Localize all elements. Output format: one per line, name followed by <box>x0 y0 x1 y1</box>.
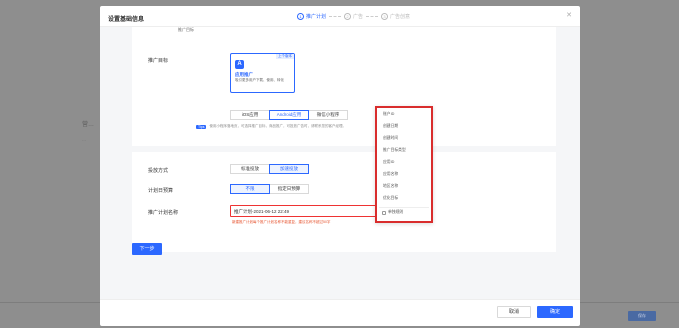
budget-specified-button[interactable]: 指定日预算 <box>269 184 309 194</box>
background-save-button: 保存 <box>628 311 656 321</box>
dropdown-item[interactable]: 账户ID <box>383 112 394 117</box>
plan-name-error: 新建推广计划每个推广计划名称不能重复，建议名称不超过50字 <box>232 220 331 224</box>
step-3: 3 广告创意 <box>381 13 410 20</box>
cancel-button[interactable]: 取消 <box>497 306 531 318</box>
step-1-number: 1 <box>297 13 304 20</box>
modal-body[interactable]: 推广目标 推广目标 上个版本 A 应用推广 吸引更多用户下载、使用、转化 iOS… <box>100 27 580 299</box>
macro-dropdown: 账户ID 创建日期 创建时间 推广目标类型 应用ID 应用名称 地区名称 优化目… <box>375 106 433 223</box>
goal-card-app-promotion[interactable]: 上个版本 A 应用推广 吸引更多用户下载、使用、转化 <box>230 53 295 93</box>
step-2-label: 广告 <box>353 14 364 20</box>
close-icon[interactable]: ✕ <box>566 11 572 19</box>
tips-text: 使用小程序落地页，可选择推广目标，商品推广，可投放广告时，请联系您的客户经理。 <box>209 124 346 128</box>
footer-divider <box>100 299 580 300</box>
step-2-number: 2 <box>344 13 352 20</box>
dropdown-item[interactable]: 创建时间 <box>383 136 398 141</box>
dropdown-checkbox-label: 单独规则 <box>388 210 404 214</box>
step-3-number: 3 <box>381 13 389 20</box>
goal-card-desc: 吸引更多用户下载、使用、转化 <box>235 78 284 82</box>
app-store-icon: A <box>235 60 244 69</box>
dropdown-item[interactable]: 应用名称 <box>383 172 398 177</box>
delivery-label: 投放方式 <box>148 168 169 174</box>
budget-label: 计划日预算 <box>148 188 174 194</box>
plan-name-value: 推广计划-2021-06-12 22:49 <box>234 209 290 214</box>
confirm-button[interactable]: 确定 <box>537 306 573 318</box>
goal-label: 推广目标 <box>148 58 169 64</box>
dropdown-item[interactable]: 创建日期 <box>383 124 398 129</box>
step-indicator: 1 推广计划 2 广告 3 广告创意 <box>297 13 410 20</box>
step-3-label: 广告创意 <box>390 14 411 20</box>
platform-wechat-button[interactable]: 微信小程序 <box>308 110 348 120</box>
next-step-button[interactable]: 下一步 <box>132 243 162 255</box>
plan-section: 投放方式 标准投放 加速投放 计划日预算 不限 指定日预算 推广计划名称 推广计… <box>132 152 556 252</box>
delivery-accelerated-button[interactable]: 加速投放 <box>269 164 309 174</box>
budget-selector: 不限 指定日预算 <box>230 184 309 194</box>
platform-selector: iOS应用 Android应用 微信小程序 <box>230 110 348 120</box>
dropdown-item[interactable]: 优化目标 <box>383 196 398 201</box>
dropdown-item[interactable]: 应用ID <box>383 160 394 165</box>
dropdown-divider <box>379 207 429 208</box>
delivery-standard-button[interactable]: 标准投放 <box>230 164 270 174</box>
budget-unlimited-button[interactable]: 不限 <box>230 184 270 194</box>
step-connector <box>329 16 342 17</box>
platform-ios-button[interactable]: iOS应用 <box>230 110 270 120</box>
dropdown-item[interactable]: 地区名称 <box>383 184 398 189</box>
dropdown-item[interactable]: 推广目标类型 <box>383 148 406 153</box>
step-1-label: 推广计划 <box>306 14 327 20</box>
plan-name-label: 推广计划名称 <box>148 210 179 216</box>
goal-card-tag: 上个版本 <box>276 54 294 59</box>
background-label: 营… <box>82 122 95 128</box>
platform-android-button[interactable]: Android应用 <box>269 110 309 120</box>
modal-title: 设置基础信息 <box>108 17 145 23</box>
settings-modal: 设置基础信息 1 推广计划 2 广告 3 广告创意 ✕ 推广目标 推广目标 上个… <box>100 6 580 326</box>
plan-name-input[interactable]: 推广计划-2021-06-12 22:49 ✕ <box>230 205 392 217</box>
goal-section: 推广目标 推广目标 上个版本 A 应用推广 吸引更多用户下载、使用、转化 iOS… <box>132 27 556 146</box>
dropdown-checkbox[interactable]: 单独规则 <box>382 210 403 215</box>
section-header-cut: 推广目标 <box>178 27 194 32</box>
step-1: 1 推广计划 <box>297 13 326 20</box>
delivery-selector: 标准投放 加速投放 <box>230 164 309 174</box>
checkbox-box[interactable] <box>382 210 386 215</box>
step-2: 2 广告 <box>344 13 363 20</box>
tips-tag: Tips <box>196 124 207 129</box>
tips-row: Tips 使用小程序落地页，可选择推广目标，商品推广，可投放广告时，请联系您的客… <box>196 124 346 129</box>
step-connector <box>366 16 379 17</box>
background-sublabel: … <box>82 137 86 142</box>
